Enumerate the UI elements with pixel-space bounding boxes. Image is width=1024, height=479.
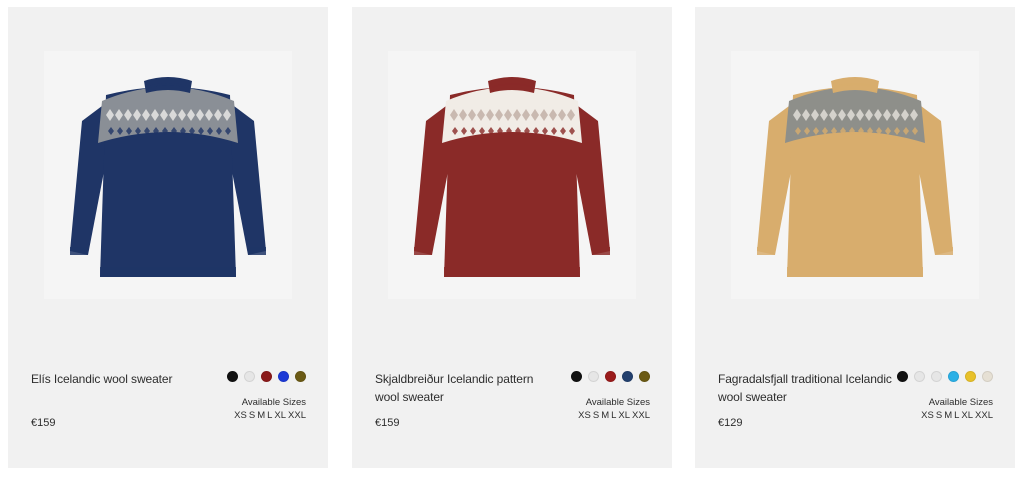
size-list: XS S M L XL XXL [576, 410, 650, 421]
color-swatch[interactable] [227, 371, 238, 382]
size-option[interactable]: S [936, 410, 942, 421]
available-sizes-label: Available Sizes [585, 397, 650, 408]
product-image[interactable] [731, 51, 979, 299]
size-option[interactable]: M [944, 410, 952, 421]
color-swatches [227, 371, 306, 382]
size-option[interactable]: L [611, 410, 616, 421]
red-fair-isle-sweater-image [414, 77, 610, 277]
product-price: €129 [718, 417, 743, 429]
size-option[interactable]: L [267, 410, 272, 421]
color-swatch[interactable] [965, 371, 976, 382]
color-swatch[interactable] [914, 371, 925, 382]
size-option[interactable]: XS [921, 410, 934, 421]
size-option[interactable]: M [601, 410, 609, 421]
size-option[interactable]: XS [578, 410, 591, 421]
color-swatches [897, 371, 993, 382]
available-sizes-label: Available Sizes [241, 397, 306, 408]
size-option[interactable]: XS [234, 410, 247, 421]
color-swatch[interactable] [588, 371, 599, 382]
product-card[interactable]: Skjaldbreiður Icelandic pattern wool swe… [352, 7, 672, 468]
size-option[interactable]: XL [274, 410, 286, 421]
mustard-fair-isle-sweater-image [757, 77, 953, 277]
product-grid: Elís Icelandic wool sweater Available Si… [0, 0, 1024, 479]
color-swatch[interactable] [622, 371, 633, 382]
color-swatch[interactable] [571, 371, 582, 382]
color-swatch[interactable] [261, 371, 272, 382]
product-card[interactable]: Fagradalsfjall traditional Icelandic woo… [695, 7, 1015, 468]
color-swatch[interactable] [639, 371, 650, 382]
color-swatch[interactable] [244, 371, 255, 382]
color-swatch[interactable] [982, 371, 993, 382]
product-title[interactable]: Fagradalsfjall traditional Icelandic woo… [718, 370, 893, 406]
size-option[interactable]: XL [618, 410, 630, 421]
size-list: XS S M L XL XXL [232, 410, 306, 421]
color-swatch[interactable] [605, 371, 616, 382]
color-swatch[interactable] [931, 371, 942, 382]
color-swatch[interactable] [897, 371, 908, 382]
product-title[interactable]: Skjaldbreiður Icelandic pattern wool swe… [375, 370, 550, 406]
size-option[interactable]: XXL [975, 410, 993, 421]
size-list: XS S M L XL XXL [919, 410, 993, 421]
size-option[interactable]: XL [961, 410, 973, 421]
navy-fair-isle-sweater-image [70, 77, 266, 277]
color-swatch[interactable] [948, 371, 959, 382]
size-option[interactable]: XXL [288, 410, 306, 421]
product-price: €159 [31, 417, 56, 429]
color-swatches [571, 371, 650, 382]
product-image[interactable] [44, 51, 292, 299]
size-option[interactable]: S [249, 410, 255, 421]
available-sizes-label: Available Sizes [928, 397, 993, 408]
product-title[interactable]: Elís Icelandic wool sweater [31, 370, 206, 388]
color-swatch[interactable] [278, 371, 289, 382]
product-image[interactable] [388, 51, 636, 299]
size-option[interactable]: M [257, 410, 265, 421]
size-option[interactable]: XXL [632, 410, 650, 421]
color-swatch[interactable] [295, 371, 306, 382]
product-card[interactable]: Elís Icelandic wool sweater Available Si… [8, 7, 328, 468]
size-option[interactable]: S [593, 410, 599, 421]
size-option[interactable]: L [954, 410, 959, 421]
product-price: €159 [375, 417, 400, 429]
